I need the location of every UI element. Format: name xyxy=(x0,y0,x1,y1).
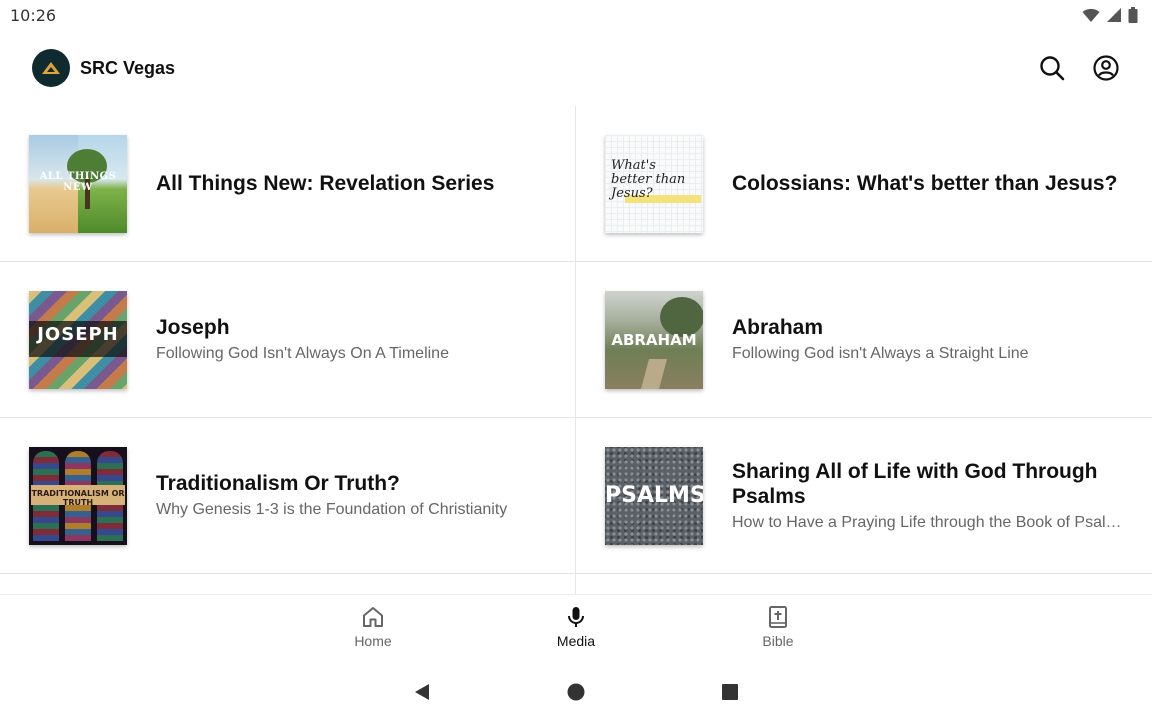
account-circle-icon xyxy=(1093,55,1119,81)
thumbnail-text: TRADITIONALISM OR TRUTH xyxy=(31,488,125,507)
nav-item-home[interactable]: Home xyxy=(323,605,423,649)
series-card-all-things-new[interactable]: ALL THINGS NEW All Things New: Revelatio… xyxy=(0,106,576,262)
thumbnail-text: PSALMS xyxy=(605,482,703,508)
system-home-button[interactable] xyxy=(564,680,588,704)
series-card-traditionalism[interactable]: TRADITIONALISM OR TRUTH Traditionalism O… xyxy=(0,418,576,574)
series-title: Sharing All of Life with God Through Psa… xyxy=(732,459,1098,508)
status-bar: 10:26 xyxy=(0,0,1152,30)
back-triangle-icon xyxy=(415,684,429,700)
series-title: All Things New: Revelation Series xyxy=(156,172,495,195)
nav-label: Home xyxy=(354,633,392,649)
series-thumbnail: TRADITIONALISM OR TRUTH xyxy=(29,446,127,545)
system-navigation-bar xyxy=(0,664,1152,720)
app-logo xyxy=(32,49,70,87)
thumbnail-text: JOSEPH xyxy=(37,323,119,345)
battery-icon xyxy=(1128,7,1138,23)
bible-icon xyxy=(769,606,787,628)
series-title: Joseph xyxy=(156,316,230,339)
series-subtitle: Following God Isn't Always On A Timeline xyxy=(156,345,449,362)
wifi-icon xyxy=(1082,8,1100,22)
series-grid: ALL THINGS NEW All Things New: Revelatio… xyxy=(0,106,1152,594)
thumbnail-text: ABRAHAM xyxy=(611,330,697,349)
nav-label: Bible xyxy=(762,633,794,649)
bottom-navigation: Home Media Bible xyxy=(0,594,1152,664)
nav-item-bible[interactable]: Bible xyxy=(728,605,828,649)
series-thumbnail: What's better than Jesus? xyxy=(605,134,703,233)
app-title: SRC Vegas xyxy=(80,57,176,78)
recents-square-icon xyxy=(722,684,738,700)
status-icons xyxy=(1082,7,1138,23)
series-thumbnail: ABRAHAM xyxy=(605,290,703,389)
series-title: Traditionalism Or Truth? xyxy=(156,472,400,495)
system-back-button[interactable] xyxy=(410,680,434,704)
home-icon xyxy=(363,607,383,627)
series-thumbnail: PSALMS xyxy=(605,446,703,545)
series-card-abraham[interactable]: ABRAHAM Abraham Following God isn't Alwa… xyxy=(576,262,1152,418)
series-card-partial[interactable] xyxy=(576,574,1152,594)
series-title: Colossians: What's better than Jesus? xyxy=(732,172,1118,195)
app-screen: 10:26 SRC Vegas ALL THINGS NEW All Thing… xyxy=(0,0,1152,720)
series-subtitle: How to Have a Praying Life through the B… xyxy=(732,513,1122,531)
status-time: 10:26 xyxy=(10,5,57,25)
series-card-partial[interactable] xyxy=(0,574,576,594)
app-bar: SRC Vegas xyxy=(0,30,1152,106)
series-card-joseph[interactable]: JOSEPH Joseph Following God Isn't Always… xyxy=(0,262,576,418)
logo-mountain-icon xyxy=(42,62,60,74)
home-circle-icon xyxy=(567,683,585,701)
system-recents-button[interactable] xyxy=(718,680,742,704)
thumbnail-text: What's better than Jesus? xyxy=(611,157,686,201)
series-card-psalms[interactable]: PSALMS Sharing All of Life with God Thro… xyxy=(576,418,1152,574)
series-subtitle: Following God isn't Always a Straight Li… xyxy=(732,345,1029,362)
series-thumbnail: ALL THINGS NEW xyxy=(29,134,127,233)
series-thumbnail: JOSEPH xyxy=(29,290,127,389)
thumbnail-text: ALL THINGS NEW xyxy=(39,170,117,193)
nav-label: Media xyxy=(556,633,596,649)
search-button[interactable] xyxy=(1038,54,1066,82)
nav-item-media[interactable]: Media xyxy=(526,605,626,649)
series-card-colossians[interactable]: What's better than Jesus? Colossians: Wh… xyxy=(576,106,1152,262)
microphone-icon xyxy=(568,607,584,627)
account-button[interactable] xyxy=(1092,54,1120,82)
signal-icon xyxy=(1107,8,1121,22)
series-title: Abraham xyxy=(732,316,824,339)
series-subtitle: Why Genesis 1-3 is the Foundation of Chr… xyxy=(156,501,508,518)
search-icon xyxy=(1040,56,1065,81)
